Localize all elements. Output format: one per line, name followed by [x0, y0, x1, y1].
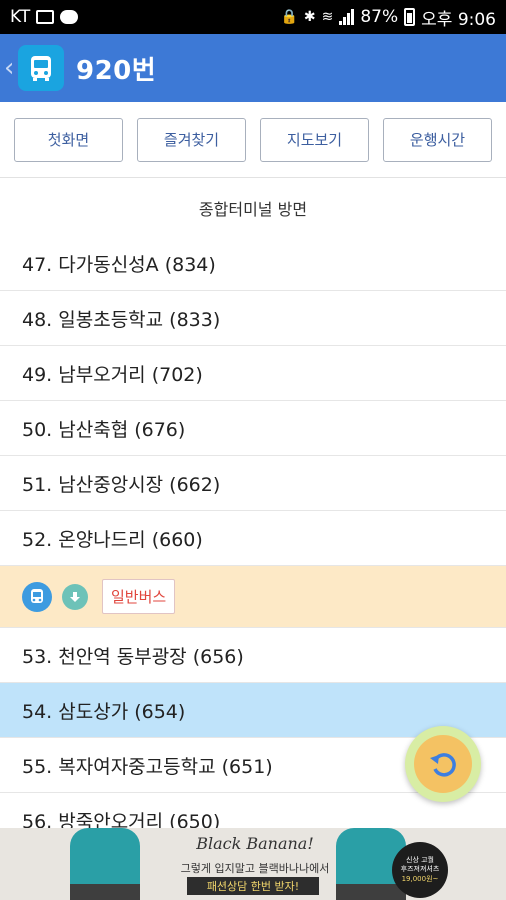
clock: 오후 9:06	[421, 9, 496, 30]
action-buttons: 첫화면 즐겨찾기 지도보기 운행시간	[0, 102, 506, 178]
list-item[interactable]: 50. 남산축협 (676)	[0, 401, 506, 456]
lock-icon: 🔒	[280, 9, 298, 25]
map-view-button[interactable]: 지도보기	[260, 117, 369, 162]
battery-icon	[404, 8, 416, 26]
ad-copy: 그렇게 입지말고 블랙바나나에서	[180, 862, 330, 875]
list-item[interactable]: 47. 다가동신성A (834)	[0, 236, 506, 291]
list-item[interactable]: 49. 남부오거리 (702)	[0, 346, 506, 401]
ad-highlight: 패션상담 한번 받자!	[187, 877, 319, 895]
direction-header: 종합터미널 방면	[198, 200, 308, 219]
bus-icon[interactable]	[18, 45, 64, 91]
schedule-button[interactable]: 운행시간	[383, 117, 492, 162]
wifi-icon: ≋	[321, 9, 334, 25]
ad-price-badge: 신상 고퀄 후즈져져셔츠 19,000원~	[392, 842, 448, 898]
message-notification-icon	[60, 10, 79, 24]
app-bar: ‹ 920번	[0, 34, 506, 102]
favorites-button[interactable]: 즐겨찾기	[137, 117, 246, 162]
badge-line: 후즈져져셔츠	[400, 865, 440, 874]
battery-percent: 87%	[360, 7, 399, 27]
status-bar: KT 🔒 ✱ ≋ 87% 오후 9:06	[0, 0, 506, 34]
bus-type-badge: 일반버스	[102, 579, 176, 614]
list-item[interactable]: 48. 일봉초등학교 (833)	[0, 291, 506, 346]
list-item[interactable]: 51. 남산중앙시장 (662)	[0, 456, 506, 511]
route-title: 920번	[76, 55, 157, 86]
gallery-notification-icon	[36, 10, 55, 24]
carrier-label: KT	[10, 7, 31, 27]
refresh-button[interactable]	[405, 726, 481, 802]
back-chevron-icon[interactable]: ‹	[4, 53, 18, 83]
list-item[interactable]: 53. 천안역 동부광장 (656)	[0, 628, 506, 683]
signal-icon	[339, 9, 355, 25]
badge-price: 19,000원~	[401, 874, 439, 883]
first-screen-button[interactable]: 첫화면	[14, 117, 123, 162]
bus-position-row[interactable]: 일반버스	[0, 566, 506, 628]
ad-brand: Black Banana!	[196, 834, 314, 853]
bus-icon	[22, 581, 52, 612]
refresh-icon	[414, 735, 472, 793]
ad-banner[interactable]: Black Banana! 그렇게 입지말고 블랙바나나에서 패션상담 한번 받…	[0, 828, 506, 900]
bluetooth-icon: ✱	[303, 9, 316, 25]
list-item[interactable]: 52. 온양나드리 (660)	[0, 511, 506, 566]
model-image	[70, 828, 140, 900]
down-arrow-icon	[62, 583, 88, 610]
